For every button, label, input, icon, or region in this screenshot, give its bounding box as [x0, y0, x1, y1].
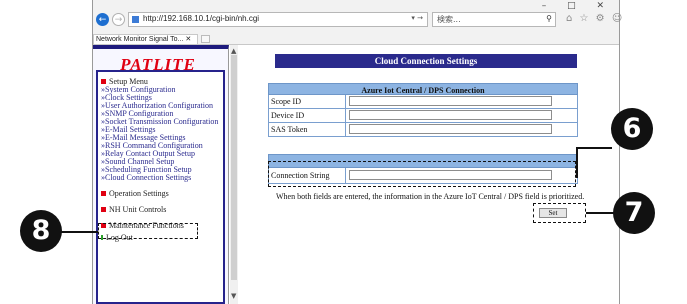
page-title: Cloud Connection Settings — [275, 54, 577, 68]
back-arrow-icon[interactable]: ← — [96, 13, 109, 26]
device-id-field[interactable] — [349, 110, 552, 120]
bullet-icon — [101, 79, 106, 84]
menu-frame: PATLITE Setup Menu »System Configuration… — [93, 45, 229, 304]
tab-network-monitor[interactable]: Network Monitor Signal To... ✕ — [93, 34, 198, 44]
callout-8-leader — [60, 231, 98, 233]
column-divider — [345, 109, 346, 122]
scope-id-field[interactable] — [349, 96, 552, 106]
azure-connection-table: Azure Iot Central / DPS Connection Scope… — [268, 83, 578, 140]
url-text: http://192.168.10.1/cgi-bin/nh.cgi — [143, 14, 260, 23]
sas-token-field[interactable] — [349, 124, 552, 134]
callout-6-badge: 6 — [611, 108, 653, 150]
site-icon — [132, 16, 139, 23]
bullet-icon — [101, 207, 106, 212]
callout-8-badge: 8 — [20, 210, 62, 252]
callout-7-leader — [586, 212, 614, 214]
window-controls[interactable]: – □ ✕ — [542, 1, 613, 11]
new-tab-button[interactable] — [201, 35, 210, 43]
scrollbar-thumb[interactable] — [231, 55, 237, 280]
browser-window: – □ ✕ ← → http://192.168.10.1/cgi-bin/nh… — [92, 0, 622, 304]
column-divider — [345, 95, 346, 108]
search-input[interactable]: 検索... ⚲ — [432, 12, 556, 27]
scroll-up-icon[interactable]: ▲ — [231, 47, 236, 55]
bullet-icon — [101, 191, 106, 196]
operation-settings-link[interactable]: Operation Settings — [101, 190, 169, 198]
scope-id-row: Scope ID — [268, 95, 578, 109]
field-label: SAS Token — [271, 125, 308, 134]
callout-6-leader — [576, 148, 578, 178]
connection-string-highlight — [268, 161, 576, 187]
logout-highlight — [98, 223, 198, 239]
menu-item-cloud-connection[interactable]: »Cloud Connection Settings — [101, 174, 191, 182]
menu-panel: Setup Menu »System Configuration »Clock … — [96, 70, 225, 304]
field-label: Device ID — [271, 111, 305, 120]
callout-6-leader — [576, 147, 612, 149]
address-bar[interactable]: http://192.168.10.1/cgi-bin/nh.cgi ▾ → — [128, 12, 428, 27]
callout-7-badge: 7 — [613, 192, 655, 234]
priority-note: When both fields are entered, the inform… — [276, 192, 585, 201]
device-id-row: Device ID — [268, 109, 578, 123]
sas-token-row: SAS Token — [268, 123, 578, 137]
search-icon[interactable]: ⚲ — [546, 14, 552, 23]
azure-section-header: Azure Iot Central / DPS Connection — [268, 83, 578, 95]
column-divider — [345, 123, 346, 136]
tab-bar: Network Monitor Signal To... ✕ — [93, 34, 619, 45]
scroll-down-icon[interactable]: ▼ — [231, 292, 236, 300]
address-controls[interactable]: ▾ → — [411, 14, 423, 22]
toolbar-icons[interactable]: ⌂ ☆ ⚙ ☺ — [566, 13, 624, 24]
nh-unit-controls-link[interactable]: NH Unit Controls — [101, 206, 166, 214]
forward-arrow-icon[interactable]: → — [112, 13, 125, 26]
browser-toolbar: – □ ✕ ← → http://192.168.10.1/cgi-bin/nh… — [93, 0, 622, 34]
set-button-highlight — [533, 203, 586, 223]
search-placeholder: 検索... — [437, 15, 461, 24]
field-label: Scope ID — [271, 97, 301, 106]
